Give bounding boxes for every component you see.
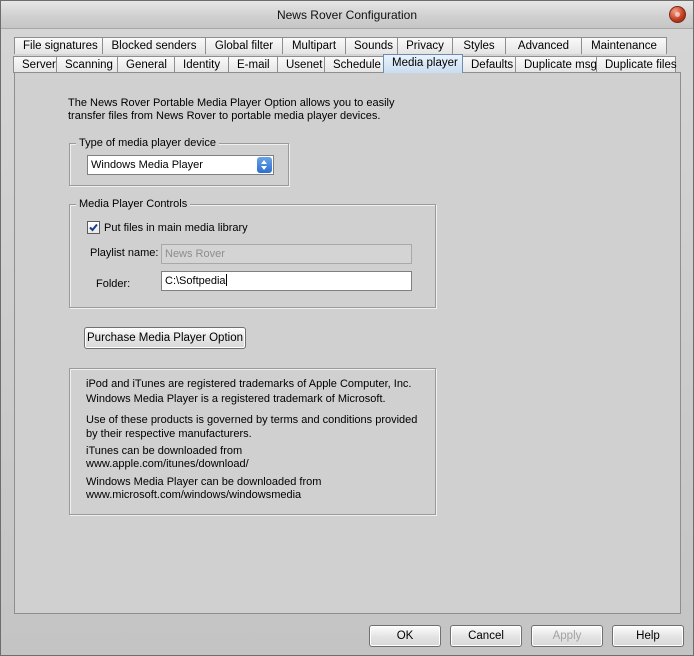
info-line-8: www.microsoft.com/windows/windowsmedia xyxy=(86,489,302,501)
tab-row-2: Server Scanning General Identity E-mail … xyxy=(13,53,677,73)
media-player-panel: The News Rover Portable Media Player Opt… xyxy=(14,72,681,614)
info-line-1: iPod and iTunes are registered trademark… xyxy=(86,378,412,390)
tab-media-player[interactable]: Media player xyxy=(383,54,463,73)
tab-multipart[interactable]: Multipart xyxy=(282,37,346,54)
tab-duplicate-msg[interactable]: Duplicate msg xyxy=(515,56,597,73)
info-line-2: Windows Media Player is a registered tra… xyxy=(86,393,386,405)
tab-email[interactable]: E-mail xyxy=(228,56,278,73)
folder-input[interactable]: C:\Softpedia xyxy=(161,271,412,291)
info-line-5: iTunes can be downloaded from xyxy=(86,445,243,457)
playlist-name-label: Playlist name: xyxy=(90,247,159,259)
tab-blocked-senders[interactable]: Blocked senders xyxy=(102,37,206,54)
tab-styles[interactable]: Styles xyxy=(452,37,506,54)
select-arrows-icon[interactable] xyxy=(257,157,272,173)
info-line-4: by their respective manufacturers. xyxy=(86,428,252,440)
device-type-select[interactable]: Windows Media Player xyxy=(87,155,274,175)
title-bar[interactable]: News Rover Configuration xyxy=(1,1,693,29)
playlist-name-input[interactable]: News Rover xyxy=(161,244,412,264)
tab-defaults[interactable]: Defaults xyxy=(462,56,516,73)
tab-general[interactable]: General xyxy=(117,56,175,73)
device-type-select-value: Windows Media Player xyxy=(91,159,203,171)
tab-server[interactable]: Server xyxy=(13,56,57,73)
tab-global-filter[interactable]: Global filter xyxy=(205,37,283,54)
apply-button[interactable]: Apply xyxy=(531,625,603,647)
tab-advanced[interactable]: Advanced xyxy=(505,37,582,54)
put-files-label: Put files in main media library xyxy=(104,222,248,234)
purchase-media-player-button[interactable]: Purchase Media Player Option xyxy=(84,327,246,349)
config-window: News Rover Configuration File signatures… xyxy=(0,0,694,656)
tab-privacy[interactable]: Privacy xyxy=(397,37,453,54)
folder-label: Folder: xyxy=(96,278,131,290)
checkmark-icon xyxy=(89,223,98,232)
close-icon[interactable] xyxy=(669,6,686,23)
tab-identity[interactable]: Identity xyxy=(174,56,229,73)
tab-row-1: File signatures Blocked senders Global f… xyxy=(14,36,667,54)
folder-input-value: C:\Softpedia xyxy=(165,275,226,287)
media-player-controls-group: Media Player Controls Put files in main … xyxy=(69,197,436,308)
info-line-6: www.apple.com/itunes/download/ xyxy=(86,458,249,470)
tab-maintenance[interactable]: Maintenance xyxy=(581,37,667,54)
tab-sounds[interactable]: Sounds xyxy=(345,37,398,54)
text-caret xyxy=(225,274,227,286)
ok-button[interactable]: OK xyxy=(369,625,441,647)
tab-usenet[interactable]: Usenet xyxy=(277,56,325,73)
intro-text: The News Rover Portable Media Player Opt… xyxy=(68,97,395,122)
help-button[interactable]: Help xyxy=(612,625,684,647)
cancel-button[interactable]: Cancel xyxy=(450,625,522,647)
tab-duplicate-files[interactable]: Duplicate files xyxy=(596,56,677,73)
info-line-7: Windows Media Player can be downloaded f… xyxy=(86,476,322,488)
put-files-checkbox[interactable] xyxy=(87,221,100,234)
info-line-3: Use of these products is governed by ter… xyxy=(86,414,418,426)
tab-schedule[interactable]: Schedule xyxy=(324,56,384,73)
device-type-group-label: Type of media player device xyxy=(76,136,219,150)
window-title: News Rover Configuration xyxy=(276,8,418,22)
controls-group-label: Media Player Controls xyxy=(76,197,191,211)
tab-scanning[interactable]: Scanning xyxy=(56,56,118,73)
trademark-info-box: iPod and iTunes are registered trademark… xyxy=(69,368,436,515)
tab-file-signatures[interactable]: File signatures xyxy=(14,37,103,54)
device-type-group: Type of media player device Windows Medi… xyxy=(69,136,289,186)
